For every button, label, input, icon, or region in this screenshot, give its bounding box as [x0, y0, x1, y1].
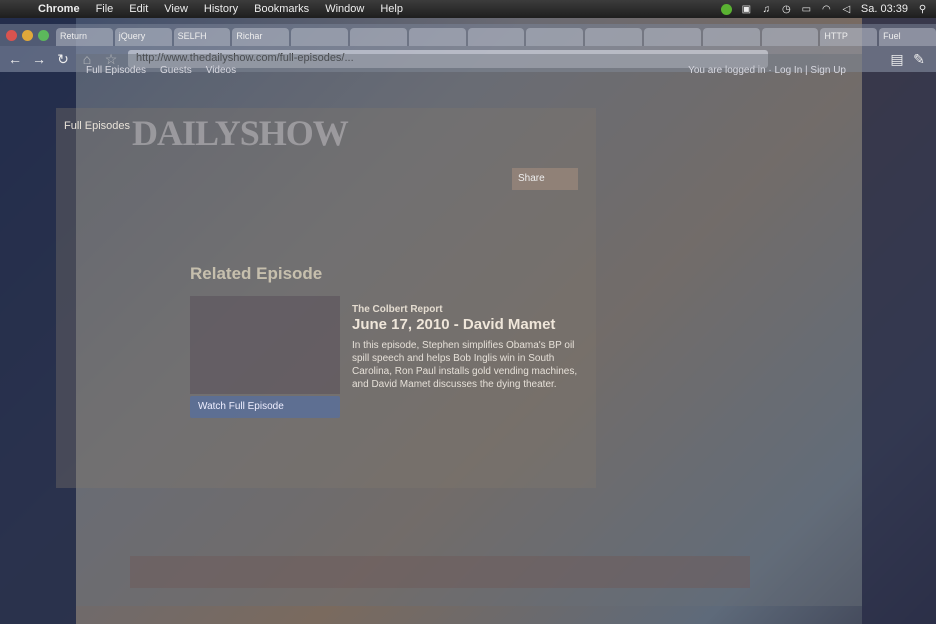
menu-window[interactable]: Window	[317, 3, 372, 15]
wifi-icon[interactable]: ◠	[821, 4, 832, 15]
screen-icon[interactable]: ▣	[741, 4, 752, 15]
page-menu-icon[interactable]: ▤	[890, 51, 904, 68]
browser-tab[interactable]	[761, 28, 819, 46]
toolbar-right-icons: ▤ ✎	[890, 51, 936, 68]
browser-tab[interactable]	[585, 28, 642, 46]
menubar-status-area: ▣ ♫ ◷ ▭ ◠ ◁ Sa. 03:39 ⚲	[720, 3, 936, 15]
watch-episode-button[interactable]: Watch Full Episode	[190, 396, 340, 418]
browser-tab[interactable]	[702, 28, 760, 46]
browser-tab[interactable]: jQuery	[114, 28, 172, 46]
menu-bookmarks[interactable]: Bookmarks	[246, 3, 317, 15]
minimize-window-icon[interactable]	[22, 30, 33, 41]
browser-tab[interactable]: SELFH	[173, 28, 231, 46]
breadcrumb[interactable]: Full Episodes	[64, 120, 130, 132]
time-machine-icon[interactable]: ◷	[781, 4, 792, 15]
reload-icon[interactable]: ↻	[56, 51, 70, 68]
tab-strip: Return jQuery SELFH Richar HTTP Fuel	[0, 24, 936, 46]
episode-title[interactable]: June 17, 2010 - David Mamet	[352, 316, 555, 333]
menu-history[interactable]: History	[196, 3, 246, 15]
browser-tab[interactable]: HTTP	[820, 28, 878, 46]
browser-tab[interactable]	[467, 28, 525, 46]
wrench-menu-icon[interactable]: ✎	[912, 51, 926, 68]
browser-tab[interactable]	[643, 28, 701, 46]
back-arrow-icon[interactable]: ←	[8, 51, 22, 67]
site-nav-full-episodes[interactable]: Full Episodes	[86, 65, 146, 76]
browser-tab[interactable]	[291, 28, 348, 46]
battery-icon[interactable]: ▭	[801, 4, 812, 15]
site-nav-videos[interactable]: Videos	[206, 65, 236, 76]
episode-thumbnail[interactable]	[190, 296, 340, 394]
forward-arrow-icon[interactable]: →	[32, 51, 46, 67]
menu-file[interactable]: File	[88, 3, 122, 15]
music-icon[interactable]: ♫	[761, 4, 772, 15]
browser-tab[interactable]	[349, 28, 407, 46]
menu-edit[interactable]: Edit	[121, 3, 156, 15]
site-nav-guests[interactable]: Guests	[160, 65, 192, 76]
page-footer-bar	[130, 556, 750, 588]
browser-tab[interactable]: Richar	[232, 28, 290, 46]
zoom-window-icon[interactable]	[38, 30, 49, 41]
share-box[interactable]: Share	[512, 168, 578, 190]
login-links[interactable]: You are logged in · Log In | Sign Up	[688, 65, 846, 76]
episode-description: In this episode, Stephen simplifies Obam…	[352, 340, 578, 390]
menu-app-name[interactable]: Chrome	[30, 3, 88, 15]
episode-show-name: The Colbert Report	[352, 304, 443, 315]
browser-tab[interactable]: Fuel	[879, 28, 936, 46]
browser-tab[interactable]	[526, 28, 584, 46]
spotlight-search-icon[interactable]: ⚲	[917, 4, 928, 15]
browser-tab[interactable]: Return	[56, 28, 113, 46]
menu-view[interactable]: View	[156, 3, 196, 15]
close-window-icon[interactable]	[6, 30, 17, 41]
related-episode-heading: Related Episode	[190, 264, 323, 283]
mac-menubar: Chrome File Edit View History Bookmarks …	[0, 0, 936, 18]
status-dot-icon[interactable]	[720, 3, 732, 15]
site-header: Full Episodes Guests Videos You are logg…	[86, 60, 846, 80]
window-controls	[6, 30, 49, 41]
browser-tab[interactable]	[408, 28, 466, 46]
menubar-clock[interactable]: Sa. 03:39	[861, 3, 908, 15]
volume-icon[interactable]: ◁	[841, 4, 852, 15]
menu-help[interactable]: Help	[372, 3, 411, 15]
